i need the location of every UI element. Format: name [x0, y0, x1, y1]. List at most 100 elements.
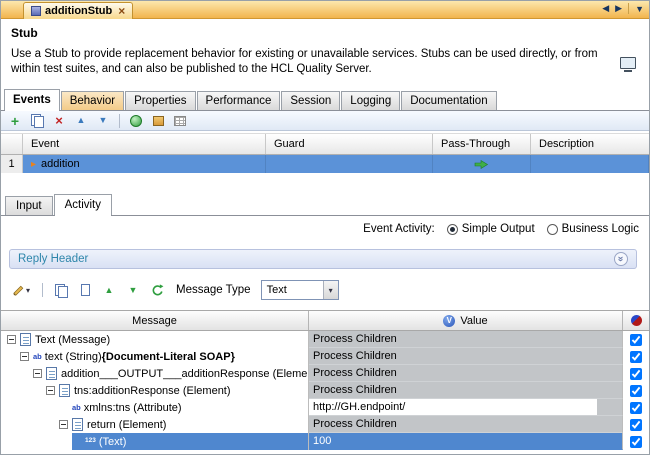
tree-expander-icon[interactable]: [46, 386, 55, 395]
column-header-pass-through[interactable]: Pass-Through: [433, 134, 531, 154]
tab-events[interactable]: Events: [4, 89, 60, 110]
message-type-select[interactable]: Text ▾: [261, 280, 339, 300]
node-label: tns:additionResponse (Element): [74, 385, 231, 397]
tab-properties[interactable]: Properties: [125, 91, 195, 110]
node-label: xmlns:tns (Attribute): [84, 402, 182, 414]
tree-row[interactable]: Text (Message) Process Children: [1, 331, 649, 348]
include-checkbox[interactable]: [630, 368, 642, 380]
message-tree-table: Message V Value Text (Message) Process C…: [1, 310, 649, 450]
tab-activity[interactable]: Activity: [54, 194, 112, 215]
column-header-message[interactable]: Message: [1, 311, 309, 330]
tree-row[interactable]: addition___OUTPUT___additionResponse (El…: [1, 365, 649, 382]
combo-arrow-icon: ▾: [323, 281, 338, 299]
tab-performance[interactable]: Performance: [197, 91, 281, 110]
grid-button[interactable]: [171, 113, 189, 129]
move-down-icon: ▼: [99, 116, 108, 125]
include-cell: [623, 331, 649, 348]
radio-simple-output[interactable]: Simple Output: [447, 223, 535, 235]
tree-row[interactable]: return (Element) Process Children: [1, 416, 649, 433]
message-cell: addition___OUTPUT___additionResponse (El…: [1, 365, 309, 382]
event-cell: ▸ addition: [23, 155, 266, 173]
collapse-chevron-icon[interactable]: «: [614, 252, 628, 266]
move-up-button[interactable]: ▲: [72, 113, 90, 129]
tab-behavior[interactable]: Behavior: [61, 91, 124, 110]
move-field-up-button[interactable]: ▲: [100, 282, 118, 298]
grid-icon: [174, 116, 186, 126]
package-icon: [153, 116, 164, 126]
value-cell[interactable]: http://GH.endpoint/: [309, 399, 623, 416]
editor-tab-addition-stub[interactable]: additionStub ×: [23, 2, 133, 19]
activity-panel: Event Activity: Simple Output Business L…: [1, 215, 649, 455]
tab-logging[interactable]: Logging: [341, 91, 400, 110]
node-label: text (String): [45, 351, 102, 363]
event-activity-label: Event Activity:: [363, 223, 435, 235]
include-checkbox[interactable]: [630, 334, 642, 346]
globe-button[interactable]: [127, 113, 145, 129]
include-checkbox[interactable]: [630, 436, 642, 448]
value-cell[interactable]: Process Children: [309, 416, 623, 433]
tab-session[interactable]: Session: [281, 91, 340, 110]
value-cell[interactable]: 100: [309, 433, 623, 450]
tab-documentation[interactable]: Documentation: [401, 91, 496, 110]
main-tab-bar: Events Behavior Properties Performance S…: [1, 89, 649, 110]
events-table-header: Event Guard Pass-Through Description: [1, 133, 649, 155]
tree-row[interactable]: tns:additionResponse (Element) Process C…: [1, 382, 649, 399]
value-cell[interactable]: Process Children: [309, 348, 623, 365]
value-cell[interactable]: Process Children: [309, 331, 623, 348]
column-header-value[interactable]: V Value: [309, 311, 623, 330]
string-icon: ab: [33, 353, 42, 361]
tree-expander-icon[interactable]: [33, 369, 42, 378]
copy-message-button[interactable]: [52, 282, 70, 298]
nav-back-icon[interactable]: ◀: [602, 3, 609, 14]
stub-icon: [31, 6, 41, 16]
close-icon[interactable]: ×: [118, 5, 125, 17]
include-checkbox[interactable]: [630, 402, 642, 414]
value-column-icon: V: [443, 315, 455, 327]
node-label-bold: {Document-Literal SOAP}: [102, 351, 235, 363]
add-event-button[interactable]: +: [6, 113, 24, 129]
delete-icon: ×: [55, 114, 63, 127]
attribute-icon: ab: [72, 404, 81, 412]
paste-message-button[interactable]: [76, 282, 94, 298]
description-cell: [531, 155, 649, 173]
delete-event-button[interactable]: ×: [50, 113, 68, 129]
include-checkbox[interactable]: [630, 385, 642, 397]
edit-message-button[interactable]: ▾: [9, 282, 33, 298]
refresh-button[interactable]: [148, 282, 166, 298]
include-cell: [623, 348, 649, 365]
tree-row[interactable]: ab xmlns:tns (Attribute) http://GH.endpo…: [1, 399, 649, 416]
node-label: Text (Message): [35, 334, 110, 346]
pass-through-cell: [433, 155, 531, 173]
event-name: addition: [41, 158, 80, 170]
radio-selected-icon: [447, 224, 458, 235]
value-cell[interactable]: Process Children: [309, 365, 623, 382]
radio-business-logic[interactable]: Business Logic: [547, 223, 639, 235]
move-field-down-button[interactable]: ▼: [124, 282, 142, 298]
move-down-button[interactable]: ▼: [94, 113, 112, 129]
element-icon: [72, 418, 83, 431]
tree-row[interactable]: ab text (String) {Document-Literal SOAP}…: [1, 348, 649, 365]
tree-expander-icon[interactable]: [59, 420, 68, 429]
copy-event-button[interactable]: [28, 113, 46, 129]
column-header-event[interactable]: Event: [23, 134, 266, 154]
tree-expander-icon[interactable]: [7, 335, 16, 344]
tab-input[interactable]: Input: [5, 196, 53, 215]
element-icon: [46, 367, 57, 380]
package-button[interactable]: [149, 113, 167, 129]
message-cell: ab xmlns:tns (Attribute): [1, 399, 309, 416]
toolbar-divider: [42, 283, 43, 297]
tree-expander-icon[interactable]: [20, 352, 29, 361]
include-column-header[interactable]: [623, 311, 649, 330]
events-toolbar: + × ▲ ▼: [1, 111, 649, 131]
include-checkbox[interactable]: [630, 419, 642, 431]
tree-row-selected[interactable]: 123 (Text) 100: [1, 433, 649, 450]
tab-list-icon[interactable]: ▼: [635, 4, 644, 14]
column-header-guard[interactable]: Guard: [266, 134, 433, 154]
table-row[interactable]: 1 ▸ addition: [1, 155, 649, 173]
message-icon: [20, 333, 31, 346]
include-checkbox[interactable]: [630, 351, 642, 363]
nav-forward-icon[interactable]: ▶: [615, 3, 622, 14]
column-header-description[interactable]: Description: [531, 134, 649, 154]
reply-header-section[interactable]: Reply Header «: [9, 249, 637, 269]
value-cell[interactable]: Process Children: [309, 382, 623, 399]
